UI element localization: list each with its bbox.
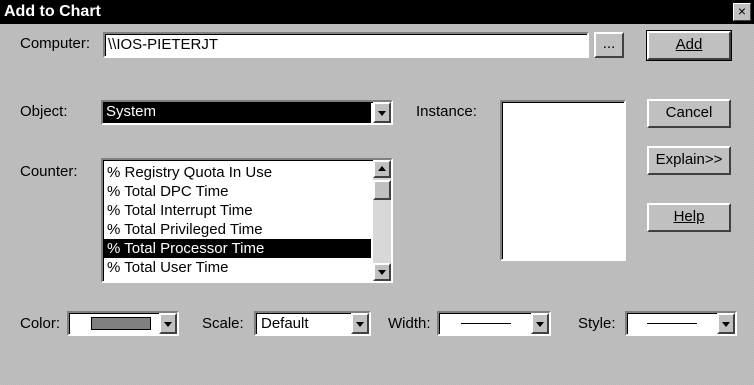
color-swatch: [91, 317, 151, 330]
style-dropdown[interactable]: [625, 311, 737, 336]
counter-list-item[interactable]: % Registry Quota In Use: [103, 163, 371, 182]
counter-list-item[interactable]: % Total User Time: [103, 258, 371, 277]
style-label: Style:: [578, 315, 616, 332]
width-label: Width:: [388, 315, 431, 332]
object-value: System: [103, 102, 371, 123]
color-label: Color:: [20, 315, 61, 332]
scale-dropdown[interactable]: Default: [254, 311, 371, 336]
object-dropdown[interactable]: System: [101, 100, 393, 125]
window-title: Add to Chart: [4, 3, 101, 20]
counter-list[interactable]: % Registry Quota In Use% Total DPC Time%…: [101, 158, 393, 283]
chevron-down-icon[interactable]: [159, 313, 177, 334]
explain-button-label: Explain>>: [655, 151, 723, 168]
counter-list-item[interactable]: % Total DPC Time: [103, 182, 371, 201]
add-button[interactable]: Add: [646, 30, 732, 61]
instance-label: Instance:: [416, 103, 477, 120]
title-bar: Add to Chart ×: [0, 0, 754, 24]
explain-button[interactable]: Explain>>: [647, 146, 731, 175]
counter-label: Counter:: [20, 163, 78, 180]
counter-items: % Registry Quota In Use% Total DPC Time%…: [103, 163, 371, 277]
scale-value: Default: [261, 315, 309, 332]
scroll-down-icon[interactable]: [373, 263, 391, 281]
cancel-button-label: Cancel: [665, 104, 713, 121]
counter-scrollbar[interactable]: [373, 160, 391, 281]
scroll-thumb[interactable]: [373, 180, 391, 200]
cancel-button[interactable]: Cancel: [647, 99, 731, 128]
object-label: Object:: [20, 103, 68, 120]
chevron-down-icon[interactable]: [531, 313, 549, 334]
close-icon: ×: [737, 3, 747, 19]
help-button[interactable]: Help: [647, 203, 731, 232]
counter-list-item[interactable]: % Total Processor Time: [103, 239, 371, 258]
color-dropdown[interactable]: [67, 311, 179, 336]
counter-list-item[interactable]: % Total Privileged Time: [103, 220, 371, 239]
browse-label: ...: [602, 35, 616, 52]
chevron-down-icon[interactable]: [717, 313, 735, 334]
counter-list-item[interactable]: % Total Interrupt Time: [103, 201, 371, 220]
scale-label: Scale:: [202, 315, 244, 332]
browse-computer-button[interactable]: ...: [594, 32, 624, 58]
line-style-sample: [647, 323, 697, 324]
instance-list[interactable]: [500, 100, 626, 261]
computer-value: \\IOS-PIETERJT: [108, 36, 219, 53]
computer-label: Computer:: [20, 35, 91, 52]
line-width-sample: [461, 323, 511, 324]
close-button[interactable]: ×: [733, 3, 751, 21]
scroll-up-icon[interactable]: [373, 160, 391, 178]
chevron-down-icon[interactable]: [351, 313, 369, 334]
add-to-chart-dialog: Add to Chart × Computer: \\IOS-PIETERJT …: [0, 0, 754, 385]
computer-field[interactable]: \\IOS-PIETERJT: [103, 32, 589, 58]
add-button-label: Add: [675, 36, 703, 53]
help-button-label: Help: [673, 208, 705, 225]
chevron-down-icon[interactable]: [373, 102, 391, 123]
width-dropdown[interactable]: [437, 311, 551, 336]
